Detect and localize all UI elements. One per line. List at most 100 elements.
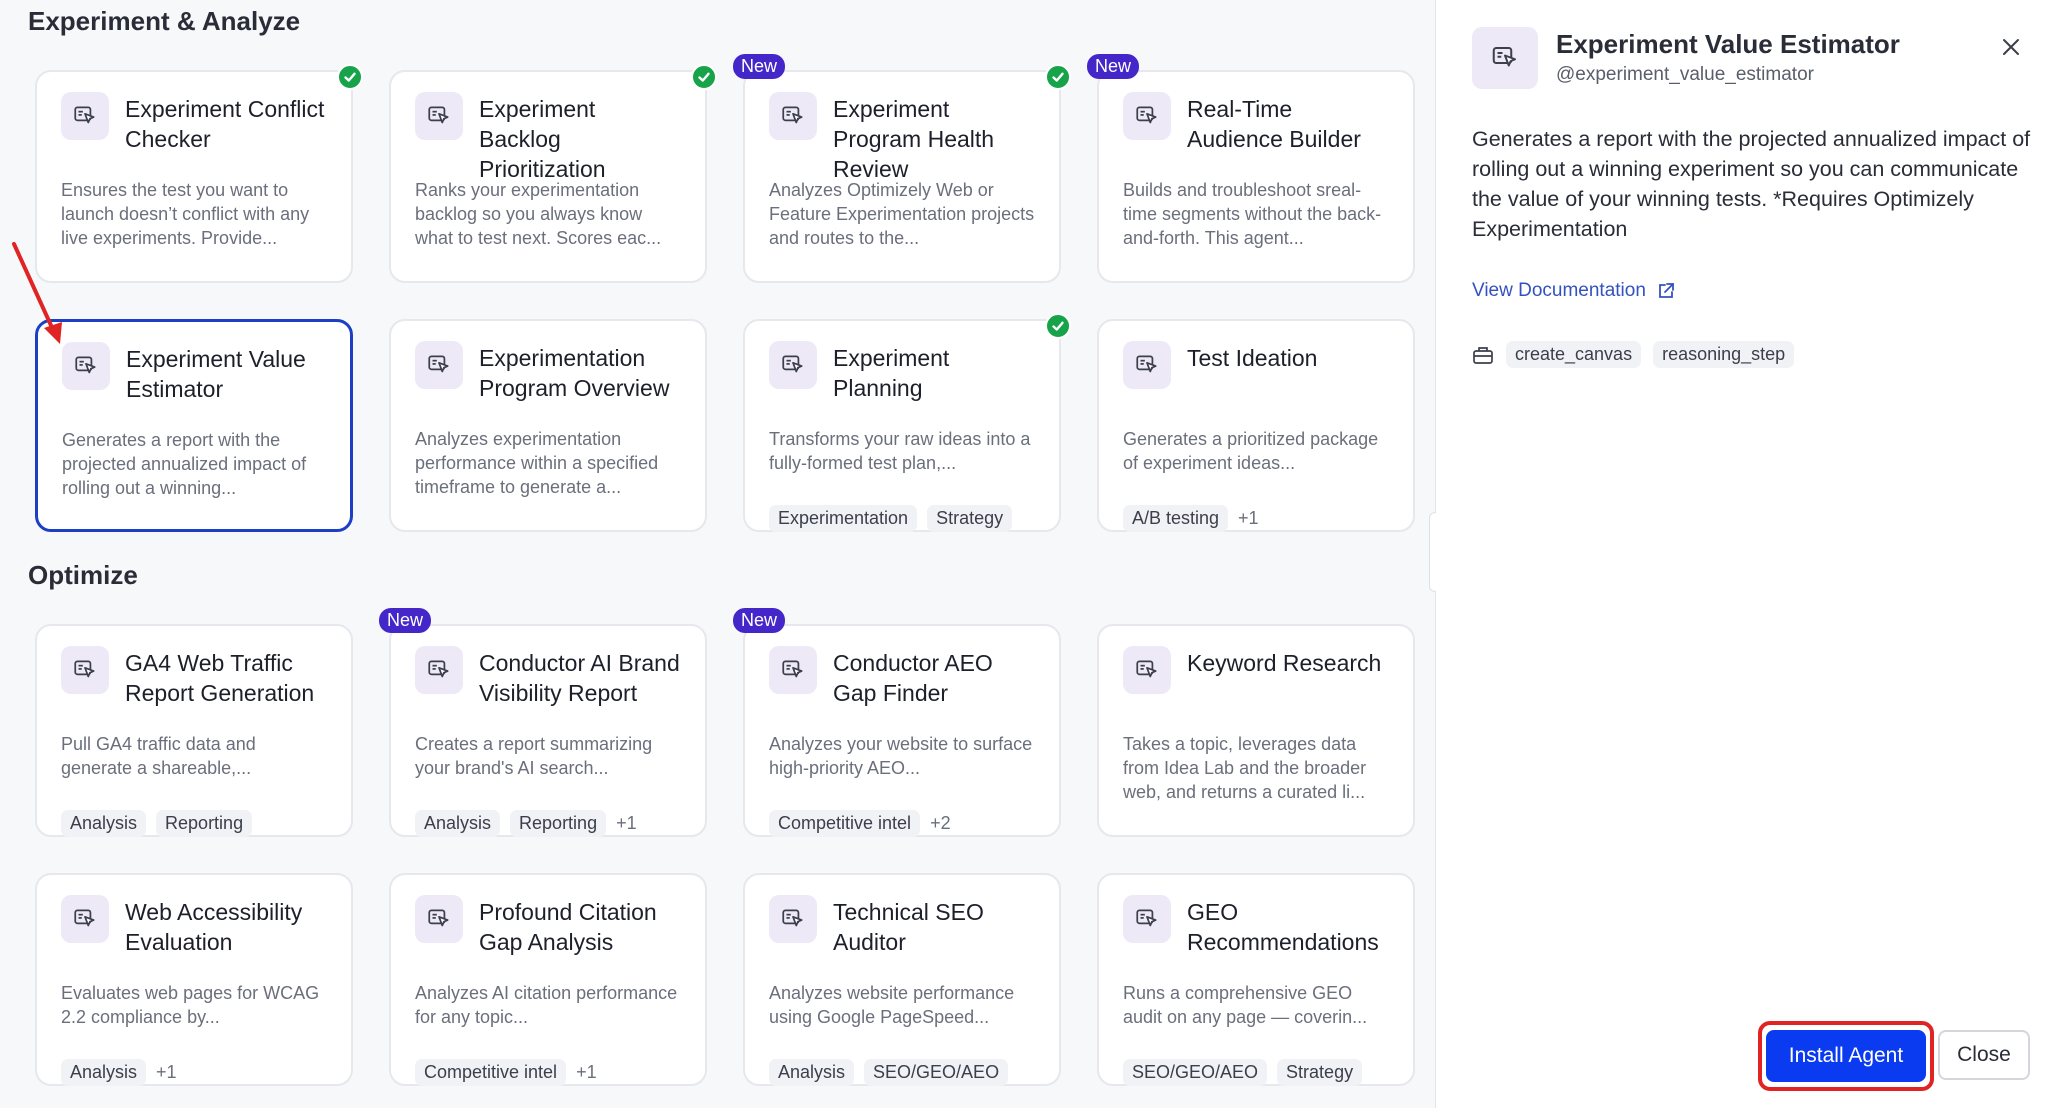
agent-grid-optimize: GA4 Web Traffic Report Generation Pull GA… — [35, 608, 1415, 1086]
card-header: Conductor AEO Gap Finder — [769, 646, 1035, 722]
card-description: Evaluates web pages for WCAG 2.2 complia… — [61, 983, 320, 1027]
card-title: Experiment Backlog Prioritization — [479, 96, 606, 182]
card-description: Generates a report with the projected an… — [62, 430, 307, 498]
tag: Analysis — [61, 810, 147, 837]
card-description: Analyzes experimentation performance wit… — [415, 429, 659, 497]
card-title: Experiment Conflict Checker — [125, 96, 325, 152]
install-agent-button[interactable]: Install Agent — [1766, 1030, 1926, 1082]
card-title: GEO Recommendations — [1187, 899, 1379, 955]
tag: Strategy — [927, 505, 1013, 532]
card-header: Experimentation Program Overview — [415, 341, 681, 417]
card-title: Profound Citation Gap Analysis — [479, 899, 657, 955]
view-documentation-link[interactable]: View Documentation — [1472, 280, 1676, 302]
more-tags-count: +1 — [156, 1062, 177, 1082]
card-header: Technical SEO Auditor — [769, 895, 1035, 971]
card-tags: A/B testing +1 — [1123, 505, 1389, 532]
check-circle-icon — [1045, 313, 1071, 339]
tool-tag: reasoning_step — [1653, 341, 1795, 368]
card-tags: SEO/GEO/AEO Strategy — [1123, 1059, 1389, 1086]
card-title: Test Ideation — [1187, 345, 1318, 371]
card-header: Conductor AI Brand Visibility Report — [415, 646, 681, 722]
card-title: GA4 Web Traffic Report Generation — [125, 650, 315, 706]
doc-link-label: View Documentation — [1472, 280, 1646, 301]
agent-card[interactable]: Web Accessibility Evaluation Evaluates we… — [35, 873, 353, 1086]
card-header: GA4 Web Traffic Report Generation — [61, 646, 327, 722]
card-description: Ranks your experimentation backlog so yo… — [415, 180, 662, 248]
agent-cursor-icon — [415, 646, 463, 694]
card-description: Creates a report summarizing your brand'… — [415, 734, 653, 778]
card-header: Experiment Planning — [769, 341, 1035, 417]
card-header: Web Accessibility Evaluation — [61, 895, 327, 971]
agent-card[interactable]: Test Ideation Generates a prioritized pac… — [1097, 319, 1415, 532]
tag: Analysis — [61, 1059, 147, 1086]
agent-card[interactable]: Profound Citation Gap Analysis Analyzes A… — [389, 873, 707, 1086]
agent-card[interactable]: Experiment Conflict Checker Ensures the t… — [35, 64, 363, 283]
card-header: Profound Citation Gap Analysis — [415, 895, 681, 971]
agent-card[interactable]: New Real-Time Audience Builder Builds and … — [1087, 54, 1415, 283]
card-header: Experiment Backlog Prioritization — [415, 92, 681, 182]
card-title: Experiment Program Health Review — [833, 96, 995, 182]
card-header: Experiment Conflict Checker — [61, 92, 327, 168]
tag: Strategy — [1277, 1059, 1363, 1086]
agent-cursor-icon — [1123, 895, 1171, 943]
agent-card[interactable]: Experimentation Program Overview Analyzes… — [389, 319, 707, 532]
external-link-icon — [1659, 283, 1674, 298]
card-header: Experiment Program Health Review — [769, 92, 1035, 182]
tag: SEO/GEO/AEO — [1123, 1059, 1268, 1086]
tag: Competitive intel — [769, 810, 921, 837]
agent-card[interactable]: GEO Recommendations Runs a comprehensive … — [1097, 873, 1415, 1086]
card-title: Technical SEO Auditor — [833, 899, 984, 955]
card-header: GEO Recommendations — [1123, 895, 1389, 971]
close-icon[interactable] — [1996, 32, 2026, 62]
card-description: Builds and troubleshoot sreal-time segme… — [1123, 180, 1382, 248]
card-header: Keyword Research — [1123, 646, 1389, 722]
card-tags: Analysis Reporting +1 — [415, 810, 681, 837]
card-tags: Competitive intel +1 — [415, 1059, 681, 1086]
card-description: Ensures the test you want to launch does… — [61, 180, 310, 248]
agent-card[interactable]: Technical SEO Auditor Analyzes website pe… — [743, 873, 1061, 1086]
card-title: Conductor AI Brand Visibility Report — [479, 650, 680, 706]
agent-cursor-icon — [1123, 341, 1171, 389]
close-button[interactable]: Close — [1938, 1030, 2030, 1080]
panel-description: Generates a report with the projected an… — [1472, 127, 2031, 241]
agent-catalog: Experiment & Analyze Experiment Conflict… — [0, 0, 1435, 1108]
more-tags-count: +1 — [616, 813, 637, 833]
card-title: Real-Time Audience Builder — [1187, 96, 1361, 152]
card-description: Pull GA4 traffic data and generate a sha… — [61, 734, 256, 778]
agent-cursor-icon — [62, 342, 110, 390]
agent-cursor-icon — [61, 92, 109, 140]
new-badge: New — [733, 608, 786, 633]
card-description: Analyzes your website to surface high-pr… — [769, 734, 1033, 778]
agent-cursor-icon — [769, 895, 817, 943]
tag: Analysis — [415, 810, 501, 837]
agent-card[interactable]: New Conductor AEO Gap Finder Analyzes your… — [733, 608, 1061, 837]
tag: A/B testing — [1123, 505, 1229, 532]
card-description: Analyzes website performance using Googl… — [769, 983, 1015, 1027]
new-badge: New — [1087, 54, 1140, 79]
card-title: Keyword Research — [1187, 650, 1382, 676]
check-circle-icon — [691, 64, 717, 90]
card-header: Real-Time Audience Builder — [1123, 92, 1389, 168]
tag: Analysis — [769, 1059, 855, 1086]
agent-card[interactable]: Experiment Value Estimator Generates a re… — [35, 319, 353, 532]
tool-list: create_canvas reasoning_step — [1472, 341, 1795, 368]
panel-title: Experiment Value Estimator — [1556, 29, 1900, 59]
card-title: Experimentation Program Overview — [479, 345, 670, 401]
card-header: Test Ideation — [1123, 341, 1389, 417]
agent-card[interactable]: Experiment Backlog Prioritization Ranks y… — [389, 64, 717, 283]
agent-grid-experiment: Experiment Conflict Checker Ensures the t… — [35, 54, 1415, 532]
agent-card[interactable]: Keyword Research Takes a topic, leverages… — [1097, 624, 1415, 837]
section-title-experiment: Experiment & Analyze — [28, 6, 301, 36]
agent-cursor-icon — [769, 341, 817, 389]
agent-card[interactable]: GA4 Web Traffic Report Generation Pull GA… — [35, 624, 353, 837]
agent-card[interactable]: New Conductor AI Brand Visibility Report C… — [379, 608, 707, 837]
agent-cursor-icon — [61, 895, 109, 943]
tool-tag: create_canvas — [1506, 341, 1642, 368]
card-tags: Competitive intel +2 — [769, 810, 1035, 837]
card-description: Analyzes AI citation performance for any… — [415, 983, 678, 1027]
agent-card[interactable]: Experiment Planning Transforms your raw i… — [743, 313, 1071, 532]
agent-cursor-icon — [1472, 27, 1538, 89]
agent-card[interactable]: New Experiment Program Health Review Analy… — [733, 54, 1071, 283]
new-badge: New — [733, 54, 786, 79]
section-title-optimize: Optimize — [28, 560, 138, 590]
